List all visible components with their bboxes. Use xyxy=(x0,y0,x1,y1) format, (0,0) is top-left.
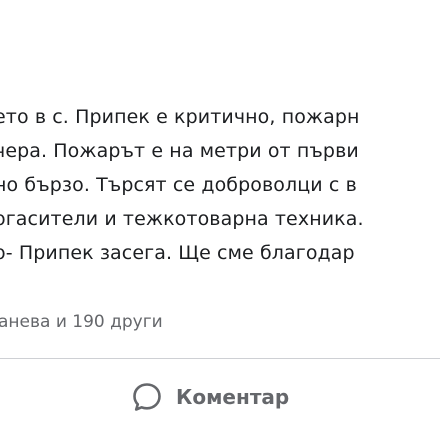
divider xyxy=(0,358,440,359)
post-text-line: о- Припек засега. Ще сме благодар xyxy=(0,242,355,264)
comment-bubble-icon xyxy=(130,380,164,414)
reactions-summary[interactable]: анева и 190 други xyxy=(0,312,163,332)
comment-button[interactable]: Коментар xyxy=(130,372,289,422)
post-text-line: но бързо. Търсят се доброволци с в xyxy=(0,174,357,196)
post-text-line: чера. Пожарът е на метри от първи xyxy=(0,140,359,162)
post-text: ето в с. Припек е критично, пожарн чера.… xyxy=(0,100,440,270)
post-text-line: ето в с. Припек е критично, пожарн xyxy=(0,106,360,128)
comment-label: Коментар xyxy=(176,385,290,409)
post-text-line: огасители и тежкотоварна техника. xyxy=(0,208,364,230)
post-card: ето в с. Припек е критично, пожарн чера.… xyxy=(0,0,440,440)
